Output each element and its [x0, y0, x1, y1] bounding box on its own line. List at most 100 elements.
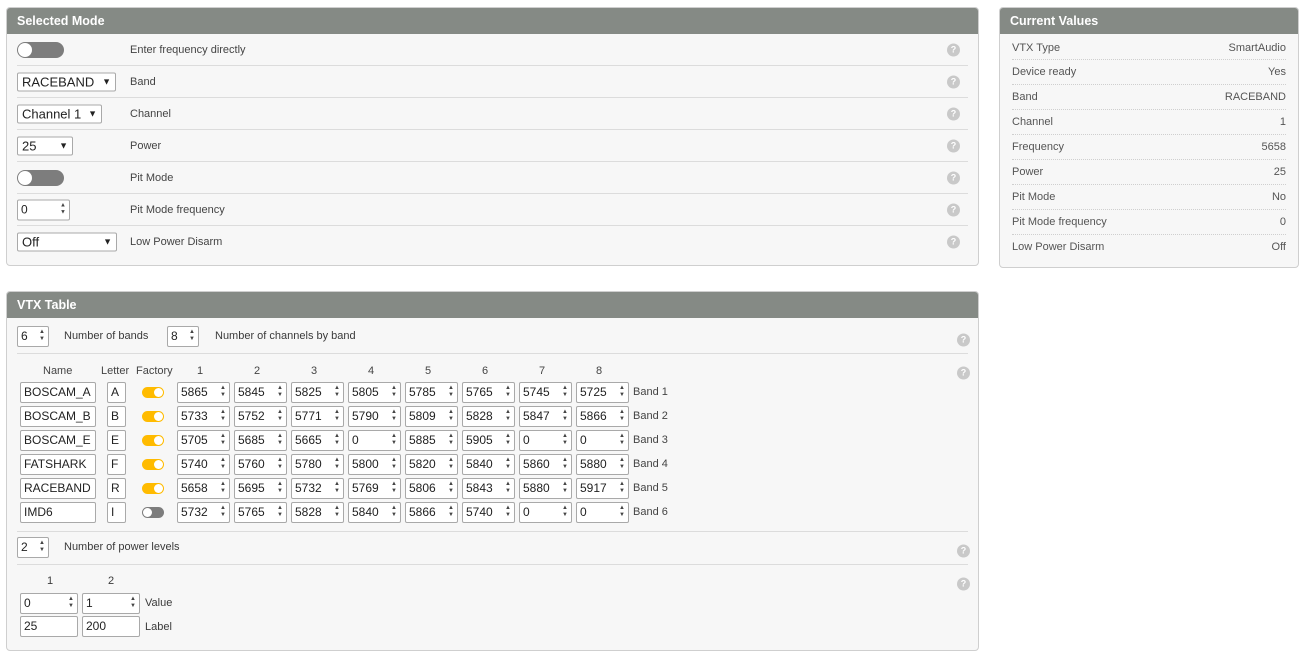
help-icon[interactable]: ?	[947, 203, 960, 216]
frequency-input[interactable]: 5809 ▲ ▼	[405, 406, 458, 427]
factory-toggle[interactable]	[142, 435, 164, 446]
spinner-icon[interactable]: ▲ ▼	[561, 481, 569, 496]
frequency-input[interactable]: 5865 ▲ ▼	[177, 382, 230, 403]
frequency-input[interactable]: 0 ▲ ▼	[519, 430, 572, 451]
spinner-icon[interactable]: ▲ ▼	[504, 409, 512, 424]
spinner-icon[interactable]: ▲ ▼	[333, 481, 341, 496]
spinner-icon[interactable]: ▲ ▼	[618, 409, 626, 424]
factory-toggle[interactable]	[142, 411, 164, 422]
spinner-icon[interactable]: ▲ ▼	[447, 505, 455, 520]
help-icon[interactable]: ?	[947, 107, 960, 120]
frequency-input[interactable]: 5828 ▲ ▼	[291, 502, 344, 523]
power-label-2-input[interactable]: 200	[82, 616, 140, 637]
frequency-input[interactable]: 0 ▲ ▼	[576, 502, 629, 523]
spinner-icon[interactable]: ▲ ▼	[618, 457, 626, 472]
spinner-icon[interactable]: ▲ ▼	[219, 433, 227, 448]
channel-select[interactable]: Channel 1 ▼	[17, 104, 102, 123]
spinner-icon[interactable]: ▲ ▼	[504, 457, 512, 472]
frequency-input[interactable]: 5740 ▲ ▼	[177, 454, 230, 475]
spinner-icon[interactable]: ▲ ▼	[333, 433, 341, 448]
spinner-icon[interactable]: ▲ ▼	[333, 505, 341, 520]
power-value-1-input[interactable]: 0 ▲ ▼	[20, 593, 78, 614]
band-name-input[interactable]: IMD6	[20, 502, 96, 523]
spinner-icon[interactable]: ▲ ▼	[276, 457, 284, 472]
frequency-input[interactable]: 5732 ▲ ▼	[291, 478, 344, 499]
frequency-input[interactable]: 5769 ▲ ▼	[348, 478, 401, 499]
spinner-icon[interactable]: ▲ ▼	[618, 433, 626, 448]
help-icon[interactable]: ?	[947, 139, 960, 152]
number-of-power-levels-input[interactable]: 2 ▲ ▼	[17, 537, 49, 558]
spinner-icon[interactable]: ▲ ▼	[38, 540, 46, 555]
frequency-input[interactable]: 5665 ▲ ▼	[291, 430, 344, 451]
spinner-icon[interactable]: ▲ ▼	[390, 457, 398, 472]
frequency-input[interactable]: 5843 ▲ ▼	[462, 478, 515, 499]
band-name-input[interactable]: RACEBAND	[20, 478, 96, 499]
help-icon[interactable]: ?	[957, 577, 970, 591]
band-name-input[interactable]: BOSCAM_E	[20, 430, 96, 451]
help-icon[interactable]: ?	[957, 544, 970, 558]
spinner-icon[interactable]: ▲ ▼	[219, 481, 227, 496]
frequency-input[interactable]: 5745 ▲ ▼	[519, 382, 572, 403]
band-letter-input[interactable]: I	[107, 502, 126, 523]
band-name-input[interactable]: BOSCAM_B	[20, 406, 96, 427]
frequency-input[interactable]: 5658 ▲ ▼	[177, 478, 230, 499]
spinner-icon[interactable]: ▲ ▼	[219, 409, 227, 424]
spinner-icon[interactable]: ▲ ▼	[504, 481, 512, 496]
spinner-icon[interactable]: ▲ ▼	[504, 505, 512, 520]
frequency-input[interactable]: 5885 ▲ ▼	[405, 430, 458, 451]
frequency-input[interactable]: 5740 ▲ ▼	[462, 502, 515, 523]
help-icon[interactable]: ?	[957, 366, 970, 380]
frequency-input[interactable]: 5905 ▲ ▼	[462, 430, 515, 451]
spinner-icon[interactable]: ▲ ▼	[333, 385, 341, 400]
band-letter-input[interactable]: R	[107, 478, 126, 499]
spinner-icon[interactable]: ▲ ▼	[504, 433, 512, 448]
factory-toggle[interactable]	[142, 507, 164, 518]
frequency-input[interactable]: 5685 ▲ ▼	[234, 430, 287, 451]
spinner-icon[interactable]: ▲ ▼	[38, 329, 46, 344]
frequency-input[interactable]: 5840 ▲ ▼	[348, 502, 401, 523]
frequency-input[interactable]: 5845 ▲ ▼	[234, 382, 287, 403]
spinner-icon[interactable]: ▲ ▼	[333, 409, 341, 424]
spinner-icon[interactable]: ▲ ▼	[561, 385, 569, 400]
frequency-input[interactable]: 0 ▲ ▼	[519, 502, 572, 523]
power-value-2-input[interactable]: 1 ▲ ▼	[82, 593, 140, 614]
spinner-icon[interactable]: ▲ ▼	[390, 433, 398, 448]
spinner-icon[interactable]: ▲ ▼	[188, 329, 196, 344]
band-name-input[interactable]: BOSCAM_A	[20, 382, 96, 403]
help-icon[interactable]: ?	[947, 171, 960, 184]
spinner-icon[interactable]: ▲ ▼	[276, 385, 284, 400]
help-icon[interactable]: ?	[947, 75, 960, 88]
frequency-input[interactable]: 5760 ▲ ▼	[234, 454, 287, 475]
frequency-input[interactable]: 5771 ▲ ▼	[291, 406, 344, 427]
spinner-icon[interactable]: ▲ ▼	[504, 385, 512, 400]
frequency-input[interactable]: 5800 ▲ ▼	[348, 454, 401, 475]
frequency-input[interactable]: 5785 ▲ ▼	[405, 382, 458, 403]
frequency-input[interactable]: 5733 ▲ ▼	[177, 406, 230, 427]
spinner-icon[interactable]: ▲ ▼	[219, 457, 227, 472]
spinner-icon[interactable]: ▲ ▼	[447, 385, 455, 400]
help-icon[interactable]: ?	[947, 43, 960, 56]
frequency-input[interactable]: 5805 ▲ ▼	[348, 382, 401, 403]
enter-frequency-toggle[interactable]	[17, 41, 64, 58]
frequency-input[interactable]: 5860 ▲ ▼	[519, 454, 572, 475]
frequency-input[interactable]: 5695 ▲ ▼	[234, 478, 287, 499]
power-select[interactable]: 25 ▼	[17, 136, 73, 155]
frequency-input[interactable]: 5880 ▲ ▼	[576, 454, 629, 475]
spinner-icon[interactable]: ▲ ▼	[561, 505, 569, 520]
frequency-input[interactable]: 5866 ▲ ▼	[576, 406, 629, 427]
low-power-disarm-select[interactable]: Off ▼	[17, 232, 117, 252]
factory-toggle[interactable]	[142, 483, 164, 494]
pit-mode-toggle[interactable]	[17, 169, 64, 186]
spinner-icon[interactable]: ▲ ▼	[219, 505, 227, 520]
spinner-icon[interactable]: ▲ ▼	[390, 481, 398, 496]
spinner-icon[interactable]: ▲ ▼	[276, 409, 284, 424]
spinner-icon[interactable]: ▲ ▼	[447, 481, 455, 496]
band-name-input[interactable]: FATSHARK	[20, 454, 96, 475]
number-of-channels-input[interactable]: 8 ▲ ▼	[167, 326, 199, 347]
spinner-icon[interactable]: ▲ ▼	[390, 505, 398, 520]
spinner-icon[interactable]: ▲ ▼	[390, 385, 398, 400]
number-of-bands-input[interactable]: 6 ▲ ▼	[17, 326, 49, 347]
spinner-icon[interactable]: ▲ ▼	[219, 385, 227, 400]
pit-mode-frequency-input[interactable]: 0 ▲ ▼	[17, 199, 70, 220]
spinner-icon[interactable]: ▲ ▼	[618, 505, 626, 520]
